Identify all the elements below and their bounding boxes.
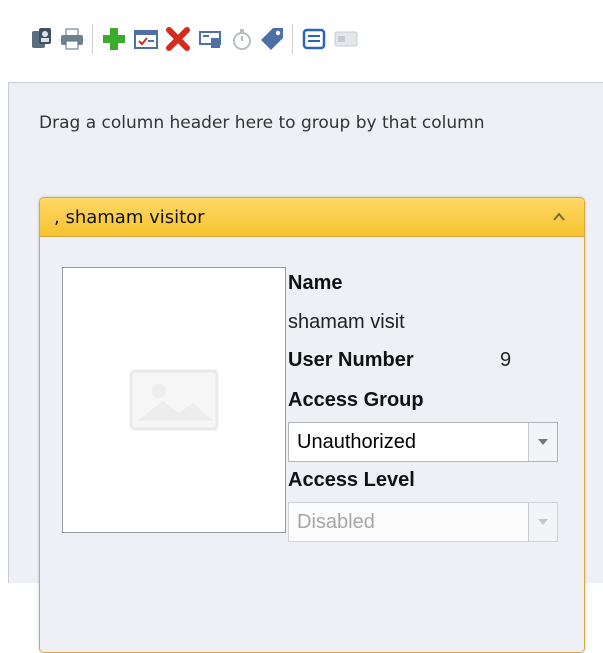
user-card-body: Name shamam visit User Number 9 Access G… — [40, 237, 584, 652]
grid-panel: Drag a column header here to group by th… — [8, 82, 603, 653]
chevron-down-icon[interactable] — [528, 423, 557, 461]
access-level-label: Access Level — [288, 469, 415, 491]
print-icon[interactable] — [58, 24, 86, 54]
group-by-hint[interactable]: Drag a column header here to group by th… — [9, 83, 603, 163]
tag-icon[interactable] — [258, 24, 286, 54]
card-view-icon[interactable] — [332, 24, 360, 54]
users-icon[interactable] — [28, 24, 56, 54]
image-placeholder-icon — [129, 369, 219, 431]
chevron-up-icon[interactable] — [550, 208, 568, 226]
access-level-dropdown[interactable]: Disabled — [288, 502, 558, 542]
chevron-down-icon[interactable] — [528, 503, 557, 541]
access-group-value: Unauthorized — [297, 431, 416, 453]
name-value: shamam visit — [288, 311, 405, 333]
toolbar-separator — [92, 24, 93, 54]
toolbar-separator — [292, 24, 293, 54]
delete-icon[interactable] — [164, 24, 192, 54]
edit-card-icon[interactable] — [132, 24, 160, 54]
timer-icon[interactable] — [228, 24, 256, 54]
toolbar — [0, 0, 603, 80]
user-photo[interactable] — [62, 267, 286, 533]
user-number-value: 9 — [500, 349, 512, 371]
user-card-title: , shamam visitor — [54, 206, 205, 228]
list-view-icon[interactable] — [300, 24, 328, 54]
user-card-header[interactable]: , shamam visitor — [40, 198, 584, 237]
access-group-label: Access Group — [288, 389, 424, 411]
assign-icon[interactable] — [196, 24, 224, 54]
access-group-dropdown[interactable]: Unauthorized — [288, 422, 558, 462]
user-card: , shamam visitor Name shamam visit User … — [39, 197, 585, 653]
add-icon[interactable] — [100, 24, 128, 54]
access-level-value: Disabled — [297, 511, 375, 533]
user-number-label: User Number — [288, 349, 414, 371]
name-label: Name — [288, 272, 343, 294]
